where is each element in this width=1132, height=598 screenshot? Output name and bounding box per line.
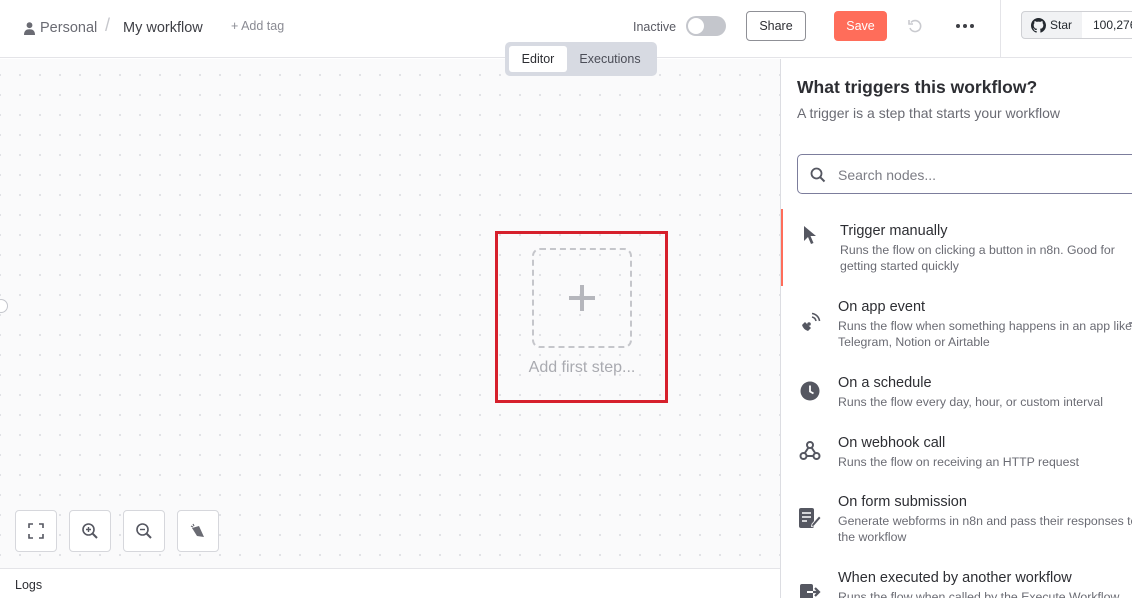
- zoom-out-icon: [136, 523, 152, 539]
- workflow-canvas[interactable]: Add first step...: [0, 59, 780, 568]
- add-first-step-label[interactable]: Add first step...: [510, 359, 654, 377]
- logs-bar[interactable]: Logs: [0, 568, 780, 598]
- github-star-count[interactable]: 100,276: [1082, 11, 1132, 39]
- more-options-icon[interactable]: [956, 17, 974, 35]
- trigger-description: Runs the flow when something happens in …: [838, 319, 1132, 349]
- breadcrumb-project-label: Personal: [40, 20, 98, 36]
- github-star-label: Star: [1050, 18, 1073, 32]
- trigger-description: Runs the flow on clicking a button in n8…: [840, 243, 1115, 273]
- search-input[interactable]: [838, 164, 1128, 186]
- trigger-description: Runs the flow every day, hour, or custom…: [838, 395, 1103, 409]
- share-button[interactable]: Share: [746, 11, 806, 41]
- trigger-item-app-event[interactable]: On app event Runs the flow when somethin…: [781, 299, 1132, 359]
- form-icon: [798, 506, 822, 530]
- github-star-button[interactable]: Star: [1021, 11, 1083, 39]
- webhook-icon: [798, 439, 822, 463]
- activation-status-label: Inactive: [633, 20, 677, 34]
- workflow-name[interactable]: My workflow: [123, 18, 203, 38]
- trigger-item-schedule[interactable]: On a schedule Runs the flow every day, h…: [781, 375, 1132, 419]
- logs-label: Logs: [15, 578, 43, 592]
- add-first-step-button[interactable]: [532, 248, 632, 348]
- trigger-item-execute-workflow[interactable]: When executed by another workflow Runs t…: [781, 570, 1132, 598]
- tab-executions[interactable]: Executions: [567, 46, 653, 72]
- tidy-up-icon: [190, 523, 204, 537]
- trigger-name: On a schedule: [838, 375, 932, 391]
- panel-title: What triggers this workflow?: [797, 77, 1038, 97]
- panel-subtitle: A trigger is a step that starts your wor…: [797, 105, 1060, 121]
- plus-icon: [569, 285, 595, 311]
- trigger-name: On app event: [838, 299, 926, 315]
- trigger-name: On webhook call: [838, 435, 946, 451]
- header-divider: [1000, 0, 1001, 58]
- save-button[interactable]: Save: [834, 11, 887, 41]
- search-box[interactable]: [797, 154, 1132, 194]
- satellite-icon: [798, 311, 822, 335]
- trigger-description: Runs the flow when called by the Execute…: [838, 590, 1120, 598]
- add-tag-button[interactable]: + Add tag: [231, 19, 284, 33]
- n8n-app: Personal / My workflow + Add tag Inactiv…: [0, 0, 1132, 598]
- trigger-item-manual[interactable]: Trigger manually Runs the flow on clicki…: [781, 209, 1132, 286]
- trigger-name: On form submission: [838, 494, 967, 510]
- undo-icon[interactable]: [906, 17, 924, 40]
- node-creator-panel: What triggers this workflow? A trigger i…: [780, 59, 1132, 598]
- tab-editor[interactable]: Editor: [509, 46, 567, 72]
- user-icon: [24, 21, 35, 35]
- sign-in-icon: [798, 580, 822, 598]
- zoom-out-button[interactable]: [123, 510, 165, 552]
- trigger-item-webhook[interactable]: On webhook call Runs the flow on receivi…: [781, 435, 1132, 479]
- cursor-icon: [798, 223, 822, 247]
- toggle-knob: [688, 18, 704, 34]
- view-tabs: Editor Executions: [505, 42, 657, 76]
- search-icon: [810, 167, 826, 183]
- zoom-in-button[interactable]: [69, 510, 111, 552]
- canvas-edge-handle: [0, 299, 8, 313]
- trigger-name: When executed by another workflow: [838, 570, 1072, 586]
- activation-toggle[interactable]: [686, 16, 726, 36]
- fit-view-icon: [28, 523, 44, 539]
- breadcrumb-separator: /: [105, 14, 111, 35]
- zoom-in-icon: [82, 523, 98, 539]
- fit-view-button[interactable]: [15, 510, 57, 552]
- trigger-item-form[interactable]: On form submission Generate webforms in …: [781, 494, 1132, 554]
- trigger-description: Generate webforms in n8n and pass their …: [838, 514, 1132, 544]
- trigger-name: Trigger manually: [840, 223, 948, 239]
- github-icon: [1031, 17, 1046, 33]
- clock-icon: [798, 379, 822, 403]
- tidy-up-button[interactable]: [177, 510, 219, 552]
- trigger-description: Runs the flow on receiving an HTTP reque…: [838, 455, 1080, 469]
- breadcrumb-project[interactable]: Personal: [24, 18, 97, 38]
